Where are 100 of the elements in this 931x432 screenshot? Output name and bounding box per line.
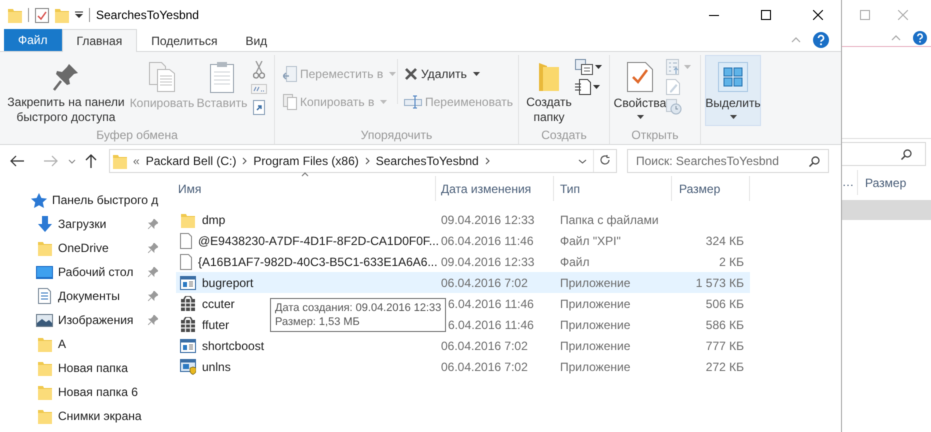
date-text: 06.04.2016 7:02 [441, 276, 528, 290]
clipboard-icon [210, 61, 234, 93]
recent-locations-icon[interactable] [68, 158, 76, 164]
date-text: 6.04.2016 11:46 [448, 318, 534, 332]
file-name[interactable]: dmp [202, 210, 226, 228]
type-text: Файл "XPI" [560, 234, 621, 248]
download-arrow-icon [36, 216, 52, 232]
chevron-icon [242, 157, 248, 165]
collapse-ribbon-icon[interactable] [891, 34, 901, 40]
sidebar-item[interactable]: Загрузки [0, 212, 165, 236]
folder-icon [38, 240, 52, 256]
customize-toolbar-icon[interactable] [75, 11, 83, 19]
file-name[interactable]: unlns [202, 358, 231, 376]
breadcrumb[interactable]: Program Files (x86) [253, 152, 359, 170]
select-grid-icon [723, 67, 743, 87]
folder-icon [38, 336, 52, 352]
edit-icon[interactable] [666, 79, 680, 95]
dropdown-chevron-icon[interactable] [578, 158, 587, 164]
ribbon-button[interactable]: Создать папку [523, 55, 575, 126]
up-arrow-icon[interactable] [85, 154, 97, 168]
file-name[interactable]: @E9438230-A7DF-4D1F-8F2D-CA1D0F0F... [198, 232, 439, 250]
tooltip-line: Дата создания: 09.04.2016 12:33 [275, 301, 442, 315]
pin-icon[interactable] [148, 219, 158, 229]
highlighted-row[interactable]: bugreport 06.04.2016 7:02 Приложение 1 573 КБ [176, 272, 750, 293]
maximize-icon[interactable] [860, 10, 870, 20]
file-menu-tab[interactable]: Файл [4, 29, 62, 51]
group-label: Буфер обмена [95, 127, 179, 144]
ribbon-tab[interactable]: Главная [62, 29, 138, 52]
pin-icon[interactable] [148, 291, 158, 301]
installer-icon [180, 358, 196, 374]
star-icon [30, 192, 46, 208]
column-header[interactable]: Размер [858, 174, 906, 192]
size-text: 272 КБ [706, 360, 744, 374]
application-icon [180, 338, 196, 352]
properties-icon[interactable] [35, 8, 49, 22]
pin-icon [53, 62, 79, 90]
forward-arrow-icon[interactable] [44, 155, 58, 167]
help-icon[interactable] [913, 30, 927, 44]
ribbon-button[interactable]: Свойства [614, 55, 666, 126]
date-text: 06.04.2016 11:46 [441, 234, 534, 248]
sidebar-item[interactable]: OneDrive [0, 236, 165, 260]
folder-icon [539, 62, 559, 90]
pin-icon[interactable] [148, 243, 158, 253]
folder-icon [181, 212, 195, 228]
file-name[interactable]: shortcboost [202, 336, 264, 354]
date-text: 09.04.2016 12:33 [441, 254, 534, 268]
sidebar-item[interactable]: A [0, 332, 165, 356]
new-item-button[interactable] [575, 59, 605, 75]
history-icon[interactable] [666, 99, 682, 115]
paste-shortcut-icon[interactable] [253, 99, 265, 115]
group-label: Открыть [630, 127, 680, 144]
size-text: 777 КБ [706, 338, 744, 352]
ribbon-tab[interactable]: Поделиться [137, 29, 232, 52]
file-name[interactable]: ffuter [202, 316, 230, 334]
sidebar-item[interactable]: Документы [0, 284, 165, 308]
back-arrow-icon[interactable] [10, 155, 24, 167]
sidebar-item[interactable]: Новая папка 6 [0, 380, 165, 404]
help-icon[interactable] [813, 32, 829, 48]
ribbon-button[interactable]: Выделить [705, 55, 761, 126]
type-text: Приложение [560, 338, 630, 352]
sidebar-item[interactable]: Снимки экрана [0, 404, 165, 428]
column-header[interactable]: Дата изменения [436, 176, 554, 201]
file-name[interactable]: bugreport [202, 274, 254, 292]
desktop-icon [36, 266, 53, 278]
file-name[interactable]: {A16B1AF7-982D-40C3-B5C1-633E1A6A6... [198, 252, 438, 270]
breadcrumb[interactable]: Packard Bell (C:) [146, 152, 236, 170]
sidebar-item[interactable]: Рабочий стол [0, 260, 165, 284]
search-field[interactable]: Поиск: SearchesToYesbnd [627, 149, 829, 173]
scissors-icon[interactable] [253, 61, 265, 79]
address-bar[interactable]: « Packard Bell (C:) Program Files (x86) SearchesToYesbnd [109, 149, 617, 173]
maximize-icon [761, 10, 771, 20]
date-text: 06.04.2016 7:02 [441, 338, 528, 352]
caret-icon [380, 100, 388, 104]
folder-icon [38, 408, 52, 424]
file-name[interactable]: ccuter [202, 294, 235, 312]
column-header[interactable]: Имя [176, 176, 436, 201]
pin-icon[interactable] [148, 315, 158, 325]
refresh-icon[interactable] [600, 155, 611, 167]
overflow-marker[interactable]: « [133, 152, 140, 170]
date-text: 06.04.2016 7:02 [441, 360, 528, 374]
column-header[interactable]: Размер [672, 176, 750, 201]
ribbon-tab[interactable]: Вид [231, 29, 282, 52]
copy-path-icon[interactable] [251, 84, 267, 94]
group-label: Упорядочить [360, 127, 434, 144]
column-header[interactable]: Тип [554, 176, 672, 201]
breadcrumb[interactable]: SearchesToYesbnd [376, 152, 479, 170]
collapse-ribbon-icon[interactable] [791, 37, 801, 43]
column-header[interactable]: … [842, 170, 858, 195]
ribbon-button[interactable]: Удалить [404, 63, 514, 85]
close-icon[interactable] [898, 10, 908, 20]
type-text: Приложение [560, 276, 630, 290]
search-field[interactable] [842, 142, 926, 166]
ribbon-button[interactable]: Закрепить на панели быстрого доступа [4, 55, 128, 126]
sidebar-item[interactable]: Новая папка [0, 356, 165, 380]
size-text: 506 КБ [706, 296, 744, 310]
sidebar-item[interactable]: Панель быстрого д [0, 188, 165, 212]
pin-icon[interactable] [148, 267, 158, 277]
sidebar-item[interactable]: Изображения [0, 308, 165, 332]
picture-icon [36, 314, 53, 326]
type-text: Приложение [560, 360, 630, 374]
